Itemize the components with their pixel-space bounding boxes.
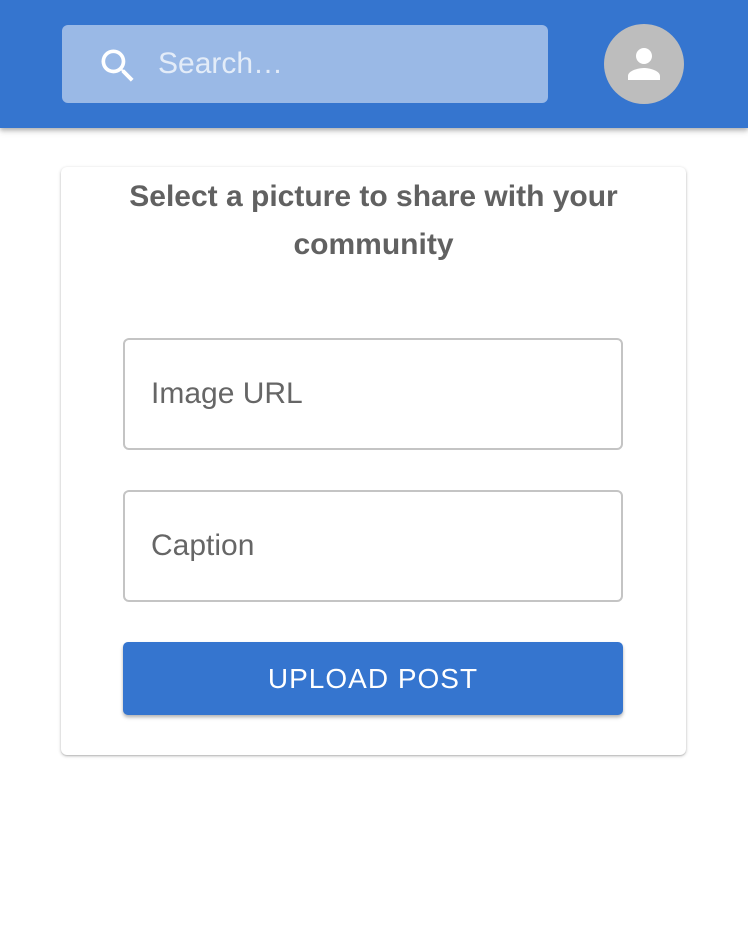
image-url-input[interactable] xyxy=(125,340,621,448)
search-icon[interactable] xyxy=(96,44,140,88)
caption-field[interactable] xyxy=(123,490,623,602)
person-icon xyxy=(628,48,660,80)
avatar[interactable] xyxy=(604,24,684,104)
upload-post-card: Select a picture to share with your comm… xyxy=(61,167,686,755)
app-bar xyxy=(0,0,748,128)
caption-input[interactable] xyxy=(125,492,621,600)
search-input[interactable] xyxy=(158,25,538,103)
card-title: Select a picture to share with your comm… xyxy=(129,180,618,261)
upload-post-button[interactable]: UPLOAD POST xyxy=(123,642,623,715)
image-url-field[interactable] xyxy=(123,338,623,450)
